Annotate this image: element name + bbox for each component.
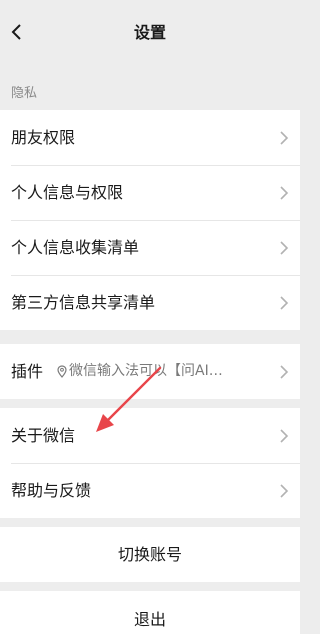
personal-info-collection-list-row[interactable]: 个人信息收集清单	[0, 220, 300, 275]
row-label: 朋友权限	[11, 128, 76, 147]
privacy-section-header: 隐私	[0, 72, 300, 110]
row-label: 个人信息收集清单	[11, 238, 140, 257]
row-label: 个人信息与权限	[11, 183, 124, 202]
chevron-right-icon	[280, 241, 289, 255]
chevron-right-icon	[280, 365, 289, 379]
chevron-right-icon	[280, 131, 289, 145]
back-button[interactable]	[0, 14, 32, 50]
personal-info-permissions-row[interactable]: 个人信息与权限	[0, 165, 300, 220]
location-pin-icon	[57, 365, 67, 378]
plugins-group: 插件 微信输入法可以【问AI…	[0, 344, 300, 399]
about-wechat-row[interactable]: 关于微信	[0, 408, 300, 463]
privacy-section-label: 隐私	[11, 86, 38, 101]
row-label: 插件	[11, 362, 44, 381]
page-title: 设置	[133, 23, 166, 42]
friend-permissions-row[interactable]: 朋友权限	[0, 110, 300, 165]
row-label: 关于微信	[11, 426, 76, 445]
help-feedback-row[interactable]: 帮助与反馈	[0, 463, 300, 518]
logout-button[interactable]: 退出	[0, 591, 300, 634]
privacy-group: 朋友权限 个人信息与权限 个人信息收集清单 第三方信息共享清单	[0, 110, 300, 330]
navigation-bar: 设置	[0, 0, 300, 66]
switch-account-button[interactable]: 切换账号	[0, 527, 300, 582]
row-label: 帮助与反馈	[11, 481, 92, 500]
chevron-right-icon	[280, 429, 289, 443]
third-party-sharing-list-row[interactable]: 第三方信息共享清单	[0, 275, 300, 330]
plugins-row[interactable]: 插件 微信输入法可以【问AI…	[0, 344, 300, 399]
row-label: 第三方信息共享清单	[11, 293, 156, 312]
chevron-right-icon	[280, 186, 289, 200]
about-group: 关于微信 帮助与反馈	[0, 408, 300, 518]
chevron-right-icon	[280, 484, 289, 498]
chevron-left-icon	[11, 24, 21, 40]
chevron-right-icon	[280, 296, 289, 310]
plugins-subtitle: 微信输入法可以【问AI…	[69, 363, 223, 379]
settings-screen: 设置 隐私 朋友权限 个人信息与权限 个人信息收集清单 第三方信息共享清单 插件	[0, 0, 300, 634]
